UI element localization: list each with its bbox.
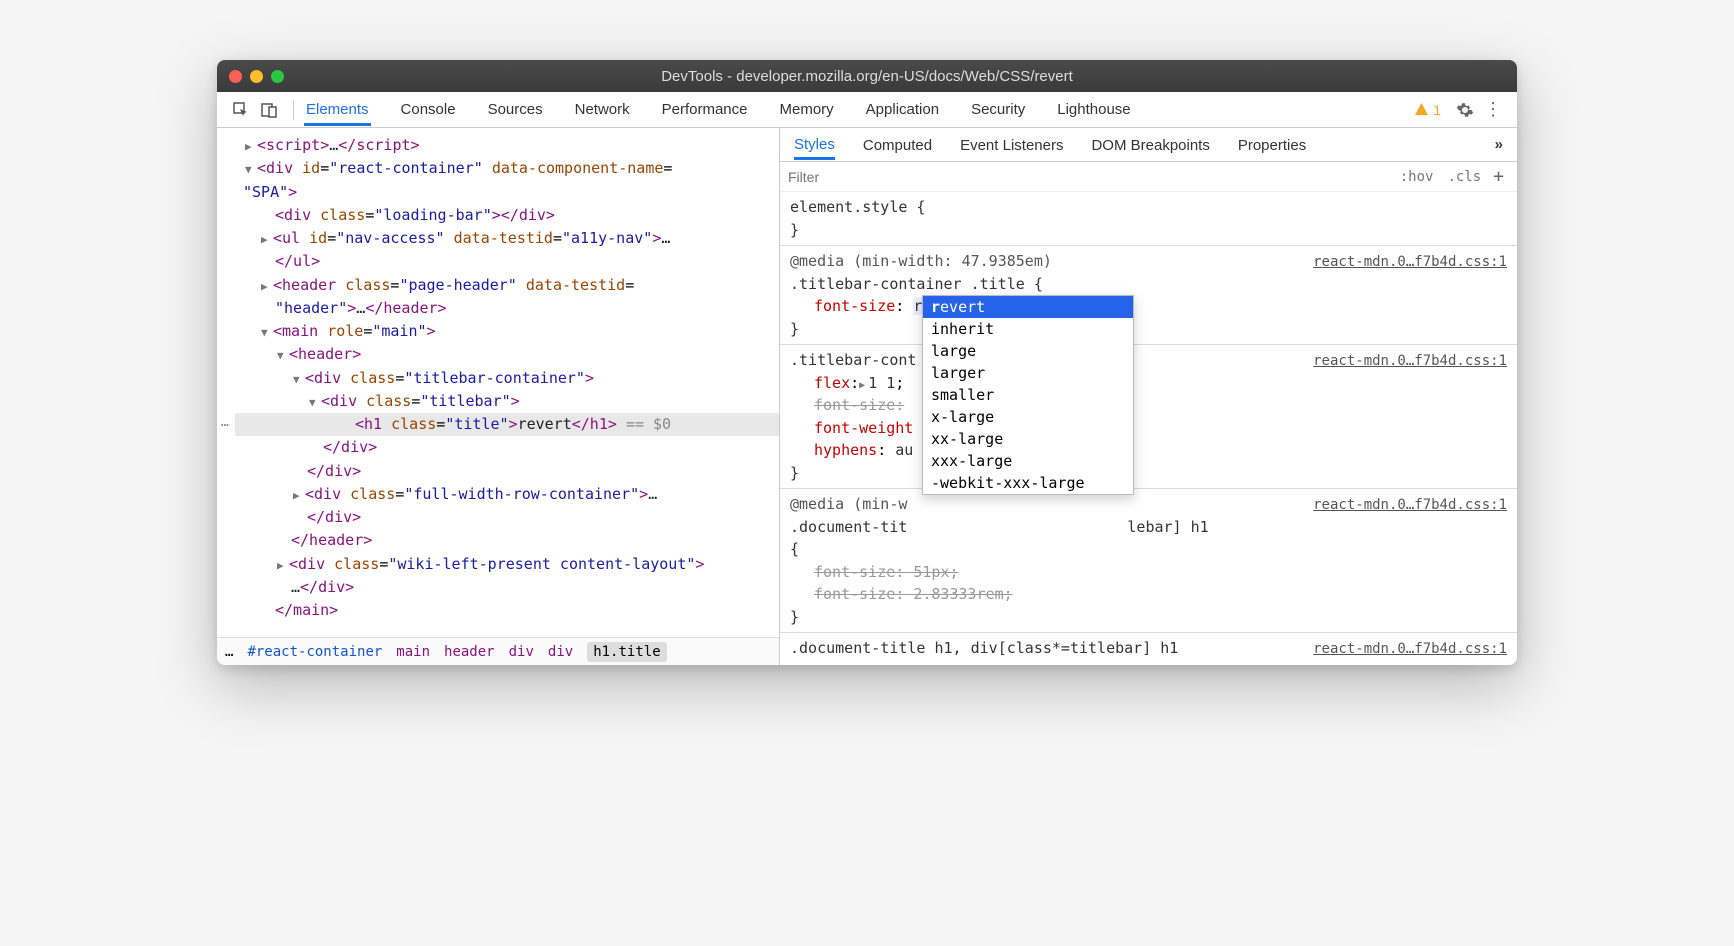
tab-application[interactable]: Application [864, 93, 941, 126]
subtab-event-listeners[interactable]: Event Listeners [960, 130, 1063, 160]
crumb-react-container[interactable]: #react-container [247, 644, 382, 660]
main-toolbar: Elements Console Sources Network Perform… [217, 92, 1517, 128]
autocomplete-item[interactable]: larger [923, 362, 1133, 384]
tab-security[interactable]: Security [969, 93, 1027, 126]
styles-panel: Styles Computed Event Listeners DOM Brea… [780, 128, 1517, 665]
source-link[interactable]: react-mdn.0…f7b4d.css:1 [1313, 351, 1507, 372]
tab-sources[interactable]: Sources [486, 93, 545, 126]
toolbar-divider [293, 100, 294, 120]
more-menu-icon[interactable]: ⋮ [1479, 96, 1507, 124]
crumb-ellipsis[interactable]: … [225, 644, 233, 660]
tab-elements[interactable]: Elements [304, 93, 371, 126]
main-tabs: Elements Console Sources Network Perform… [304, 93, 1133, 126]
source-link[interactable]: react-mdn.0…f7b4d.css:1 [1313, 495, 1507, 516]
styles-filter-bar: :hov .cls + [780, 162, 1517, 192]
close-window-button[interactable] [229, 70, 242, 83]
autocomplete-item[interactable]: inherit [923, 318, 1133, 340]
content-area: ▶<script>…</script> ▼<div id="react-cont… [217, 128, 1517, 665]
tab-lighthouse[interactable]: Lighthouse [1055, 93, 1132, 126]
settings-icon[interactable] [1451, 96, 1479, 124]
styles-filter-input[interactable] [788, 169, 1393, 185]
subtab-properties[interactable]: Properties [1238, 130, 1306, 160]
autocomplete-item[interactable]: -webkit-xxx-large [923, 472, 1133, 494]
tab-performance[interactable]: Performance [660, 93, 750, 126]
cls-toggle[interactable]: .cls [1440, 169, 1488, 185]
autocomplete-item-selected[interactable]: revert [923, 296, 1133, 318]
tab-console[interactable]: Console [399, 93, 458, 126]
warnings-badge[interactable]: 1 [1414, 102, 1441, 118]
dom-selected-row[interactable]: <h1 class="title">revert</h1> == $0 [235, 413, 779, 436]
rule-block-4[interactable]: react-mdn.0…f7b4d.css:1 .document-title … [780, 633, 1517, 664]
subtab-dom-breakpoints[interactable]: DOM Breakpoints [1091, 130, 1209, 160]
window-title: DevTools - developer.mozilla.org/en-US/d… [661, 68, 1073, 85]
crumb-header[interactable]: header [444, 644, 495, 660]
dom-tree[interactable]: ▶<script>…</script> ▼<div id="react-cont… [217, 128, 779, 637]
device-toolbar-icon[interactable] [255, 96, 283, 124]
autocomplete-item[interactable]: x-large [923, 406, 1133, 428]
maximize-window-button[interactable] [271, 70, 284, 83]
autocomplete-popup: revert inherit large larger smaller x-la… [922, 295, 1134, 495]
os-titlebar: DevTools - developer.mozilla.org/en-US/d… [217, 60, 1517, 92]
crumb-div1[interactable]: div [509, 644, 534, 660]
autocomplete-item[interactable]: xxx-large [923, 450, 1133, 472]
inspect-element-icon[interactable] [227, 96, 255, 124]
subtab-styles[interactable]: Styles [794, 129, 835, 160]
styles-subtabs: Styles Computed Event Listeners DOM Brea… [780, 128, 1517, 162]
dom-tag: <script> [257, 136, 329, 154]
crumb-div2[interactable]: div [548, 644, 573, 660]
traffic-lights [229, 70, 284, 83]
autocomplete-item[interactable]: large [923, 340, 1133, 362]
crumb-selected[interactable]: h1.title [587, 642, 666, 662]
styles-rules: element.style { } react-mdn.0…f7b4d.css:… [780, 192, 1517, 665]
autocomplete-item[interactable]: smaller [923, 384, 1133, 406]
rule-block-3[interactable]: react-mdn.0…f7b4d.css:1 @media (min-w .d… [780, 489, 1517, 633]
subtab-computed[interactable]: Computed [863, 130, 932, 160]
dom-panel: ▶<script>…</script> ▼<div id="react-cont… [217, 128, 780, 665]
tab-memory[interactable]: Memory [778, 93, 836, 126]
autocomplete-item[interactable]: xx-large [923, 428, 1133, 450]
devtools-window: DevTools - developer.mozilla.org/en-US/d… [217, 60, 1517, 665]
source-link[interactable]: react-mdn.0…f7b4d.css:1 [1313, 639, 1507, 660]
rule-block-1[interactable]: react-mdn.0…f7b4d.css:1 @media (min-widt… [780, 246, 1517, 345]
crumb-main[interactable]: main [396, 644, 430, 660]
minimize-window-button[interactable] [250, 70, 263, 83]
new-rule-button[interactable]: + [1488, 166, 1509, 187]
source-link[interactable]: react-mdn.0…f7b4d.css:1 [1313, 252, 1507, 273]
rule-block-2[interactable]: react-mdn.0…f7b4d.css:1 .titlebar-cont f… [780, 345, 1517, 489]
tab-network[interactable]: Network [573, 93, 632, 126]
hov-toggle[interactable]: :hov [1393, 169, 1441, 185]
element-style-block[interactable]: element.style { } [780, 192, 1517, 246]
breadcrumbs: … #react-container main header div div h… [217, 637, 779, 665]
warning-count: 1 [1433, 102, 1441, 118]
dom-close-div: </div> [323, 438, 377, 456]
subtabs-more-icon[interactable]: » [1495, 136, 1503, 153]
